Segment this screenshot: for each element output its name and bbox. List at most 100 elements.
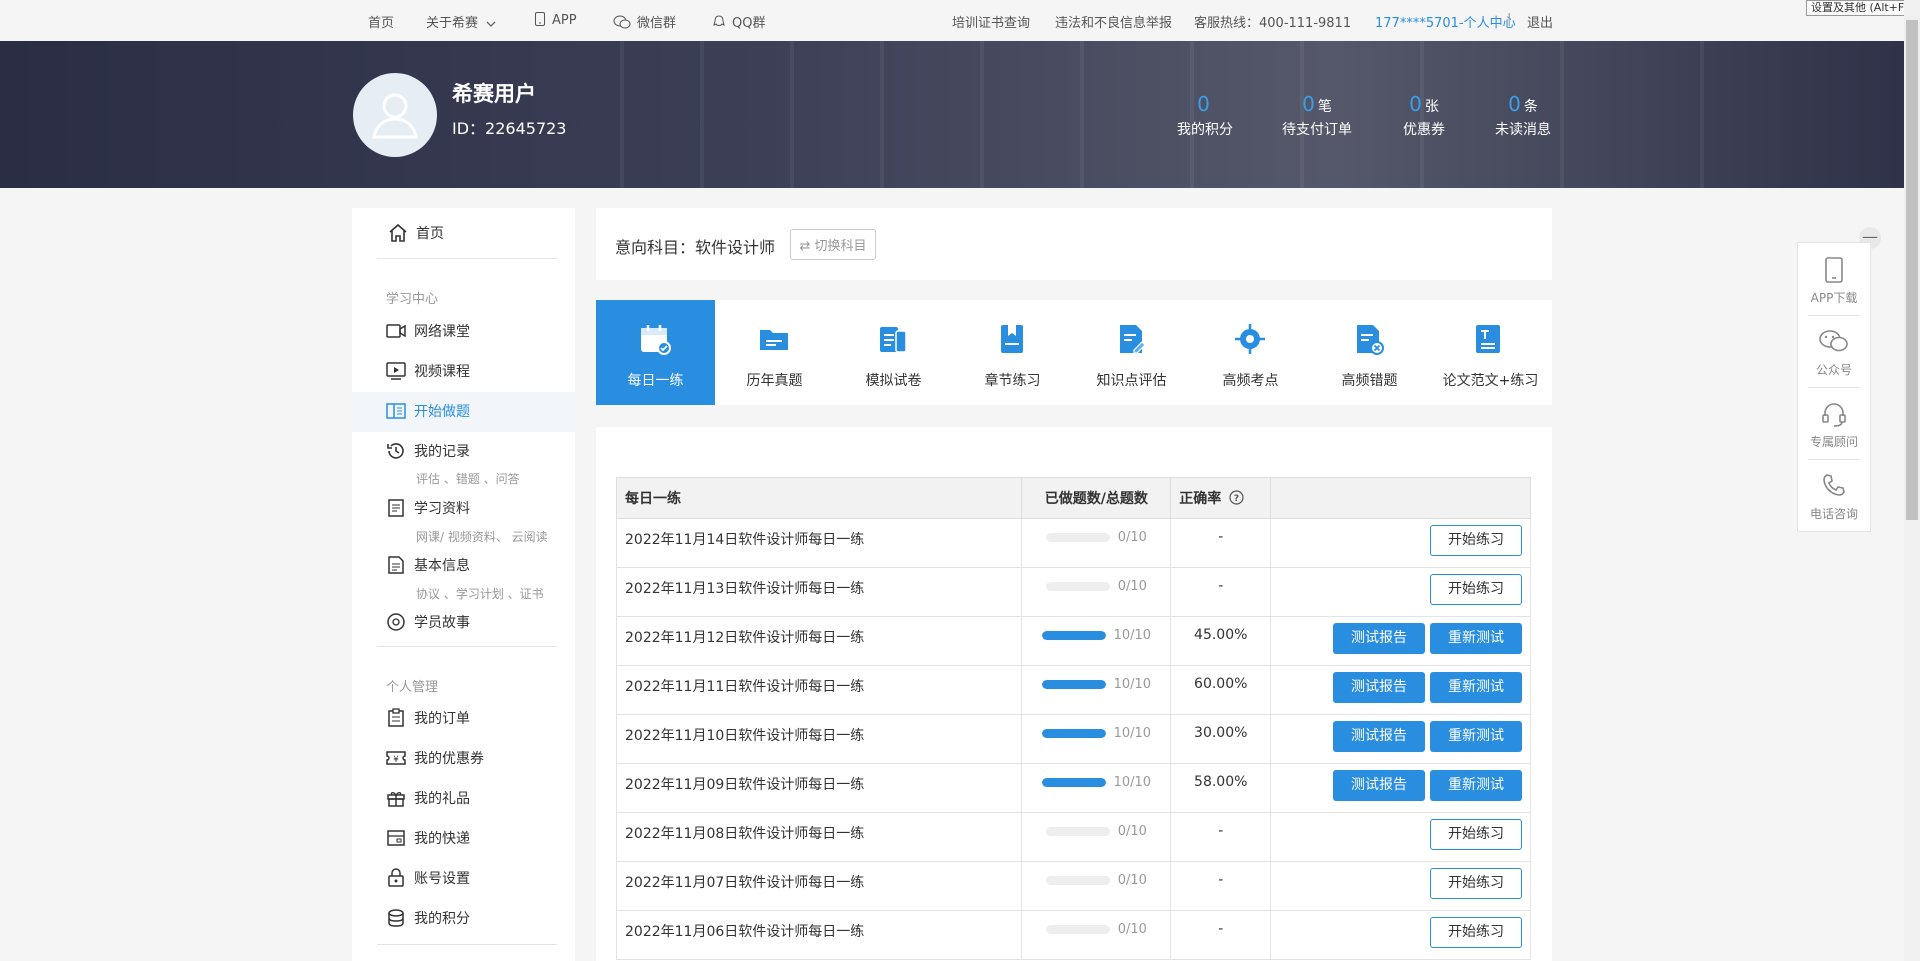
lock-icon	[388, 868, 404, 887]
start-practice-button[interactable]: 开始练习	[1430, 819, 1522, 850]
top-nav-app[interactable]: APP	[534, 12, 577, 28]
top-nav-report[interactable]: 违法和不良信息举报	[1055, 12, 1172, 31]
sidebar-item-start-practice[interactable]: 开始做题	[386, 398, 470, 424]
float-personal-advisor[interactable]: 专属顾问	[1798, 387, 1870, 459]
float-phone-consult[interactable]: 电话咨询	[1798, 459, 1870, 531]
col-header-accuracy-label: 正确率	[1179, 491, 1222, 507]
sidebar-item-express[interactable]: 我的快递	[386, 825, 470, 851]
retest-button[interactable]: 重新测试	[1430, 770, 1522, 801]
sidebar-item-sublabel: 协议 、学习计划 、证书	[416, 587, 544, 601]
top-nav-about-label: 关于希赛	[426, 16, 479, 31]
stat-unread-messages[interactable]: 0 条未读消息	[1473, 92, 1573, 139]
top-nav-qq-label: QQ群	[732, 16, 766, 31]
browser-tooltip: 设置及其他 (Alt+F)	[1806, 0, 1920, 16]
top-nav-qq[interactable]: QQ群	[712, 12, 765, 31]
sidebar-item-online-class[interactable]: 网络课堂	[386, 318, 470, 344]
row-title[interactable]: 2022年11月11日软件设计师每日一练	[615, 665, 1023, 715]
tab-knowledge-assessment[interactable]: 知识点评估	[1072, 300, 1191, 405]
wechat-icon	[613, 15, 631, 29]
table-row: 2022年11月12日软件设计师每日一练 10/10 45.00% 测试报告 重新测试	[615, 616, 1531, 666]
table-row: 2022年11月14日软件设计师每日一练 0/10 - 开始练习	[615, 518, 1531, 568]
switch-subject-button[interactable]: ⇄ 切换科目	[790, 229, 876, 260]
start-practice-button[interactable]: 开始练习	[1430, 525, 1522, 556]
float-official-account[interactable]: 公众号	[1798, 315, 1870, 387]
tab-essay-practice[interactable]: 论文范文+练习	[1429, 300, 1552, 405]
user-avatar-icon	[372, 93, 418, 139]
page-scrollbar[interactable]	[1904, 0, 1920, 961]
row-progress-cell: 0/10	[1021, 567, 1172, 617]
float-app-download[interactable]: APP下载	[1798, 243, 1870, 315]
row-title[interactable]: 2022年11月06日软件设计师每日一练	[615, 910, 1023, 960]
mobile-phone-icon	[1825, 257, 1843, 283]
row-title[interactable]: 2022年11月12日软件设计师每日一练	[615, 616, 1023, 666]
start-practice-button[interactable]: 开始练习	[1430, 868, 1522, 899]
top-nav-home[interactable]: 首页	[368, 12, 394, 31]
sidebar-item-label: 学习资料	[414, 501, 470, 517]
sidebar-item-home[interactable]: 首页	[388, 220, 444, 246]
progress-bar	[1041, 630, 1106, 640]
row-title[interactable]: 2022年11月14日软件设计师每日一练	[615, 518, 1023, 568]
bookmark-book-icon	[1001, 325, 1023, 353]
top-nav-wechat[interactable]: 微信群	[613, 12, 676, 31]
retest-button[interactable]: 重新测试	[1430, 721, 1522, 752]
scrollbar-thumb[interactable]	[1906, 20, 1918, 520]
top-nav-bar: 首页 关于希赛 APP 微信群 QQ群 培训证书查询 违法和不良信息举报 客服热…	[0, 0, 1904, 41]
tab-daily-practice[interactable]: 每日一练	[596, 300, 715, 405]
calendar-check-icon	[641, 325, 671, 355]
tab-high-frequency-errors[interactable]: 高频错题	[1310, 300, 1429, 405]
avatar[interactable]	[353, 73, 437, 157]
top-nav-about[interactable]: 关于希赛	[426, 12, 496, 31]
tab-chapter-practice[interactable]: 章节练习	[953, 300, 1072, 405]
tab-high-frequency-points[interactable]: 高频考点	[1191, 300, 1310, 405]
stat-coupons[interactable]: 0 张优惠券	[1374, 92, 1474, 139]
sidebar-item-student-stories[interactable]: 学员故事	[386, 609, 470, 635]
start-practice-button[interactable]: 开始练习	[1430, 917, 1522, 948]
row-title[interactable]: 2022年11月08日软件设计师每日一练	[615, 812, 1023, 862]
sidebar-item-gifts[interactable]: 我的礼品	[386, 785, 470, 811]
sidebar-item-label: 学员故事	[414, 615, 470, 631]
retest-button[interactable]: 重新测试	[1430, 672, 1522, 703]
row-accuracy: -	[1170, 518, 1272, 568]
subject-bar: 意向科目：软件设计师 ⇄ 切换科目	[596, 208, 1552, 280]
sidebar-item-points[interactable]: 我的积分	[386, 905, 470, 931]
sidebar-item-orders[interactable]: 我的订单	[386, 705, 470, 731]
test-report-button[interactable]: 测试报告	[1333, 721, 1425, 752]
sidebar-item-video-course[interactable]: 视频课程	[386, 358, 470, 384]
practice-tabs: 每日一练 历年真题 模拟试卷 章节练习 知识点评估 高频考点 高频错题 论文范文…	[596, 300, 1552, 405]
tab-label: 高频错题	[1341, 373, 1398, 389]
sidebar-item-study-material[interactable]: 学习资料	[386, 495, 470, 521]
edit-document-icon	[1120, 325, 1146, 354]
sidebar-item-basic-info[interactable]: 基本信息	[386, 552, 470, 578]
top-nav-logout[interactable]: 退出	[1527, 12, 1553, 31]
sidebar-item-my-records[interactable]: 我的记录	[386, 438, 470, 464]
test-report-button[interactable]: 测试报告	[1333, 770, 1425, 801]
start-practice-button[interactable]: 开始练习	[1430, 574, 1522, 605]
table-body: 2022年11月14日软件设计师每日一练 0/10- 开始练习 2022年11月13日…	[615, 518, 1531, 960]
sidebar: 首页 学习中心 网络课堂 视频课程 开始做题 我的记录 评估 、错题 、问答 学…	[352, 208, 575, 961]
row-title[interactable]: 2022年11月13日软件设计师每日一练	[615, 567, 1023, 617]
headset-icon	[1822, 403, 1846, 427]
sidebar-item-account-settings[interactable]: 账号设置	[386, 865, 470, 891]
row-title[interactable]: 2022年11月07日软件设计师每日一练	[615, 861, 1023, 911]
row-title[interactable]: 2022年11月10日软件设计师每日一练	[615, 714, 1023, 764]
help-circle-icon[interactable]: ?	[1229, 490, 1244, 505]
stat-messages-value: 0	[1508, 92, 1521, 116]
top-nav-user-center[interactable]: 177****5701-个人中心	[1375, 12, 1516, 31]
progress-bar	[1041, 777, 1106, 787]
top-nav-cert-query[interactable]: 培训证书查询	[952, 12, 1030, 31]
tab-past-exams[interactable]: 历年真题	[715, 300, 834, 405]
tab-label: 模拟试卷	[865, 373, 922, 389]
row-accuracy: 45.00%	[1170, 616, 1272, 666]
stat-pending-orders[interactable]: 0 笔待支付订单	[1267, 92, 1367, 139]
tab-mock-exams[interactable]: 模拟试卷	[834, 300, 953, 405]
retest-button[interactable]: 重新测试	[1430, 623, 1522, 654]
clipboard-icon	[388, 708, 404, 727]
sidebar-item-coupons[interactable]: ¥ 我的优惠券	[386, 745, 484, 771]
row-title[interactable]: 2022年11月09日软件设计师每日一练	[615, 763, 1023, 813]
stat-points[interactable]: 0 我的积分	[1155, 92, 1255, 139]
row-actions-cell: 测试报告 重新测试	[1270, 714, 1531, 764]
floating-service-toolbar: APP下载 公众号 专属顾问 电话咨询	[1797, 242, 1871, 532]
test-report-button[interactable]: 测试报告	[1333, 672, 1425, 703]
test-report-button[interactable]: 测试报告	[1333, 623, 1425, 654]
profile-banner	[0, 41, 1904, 188]
